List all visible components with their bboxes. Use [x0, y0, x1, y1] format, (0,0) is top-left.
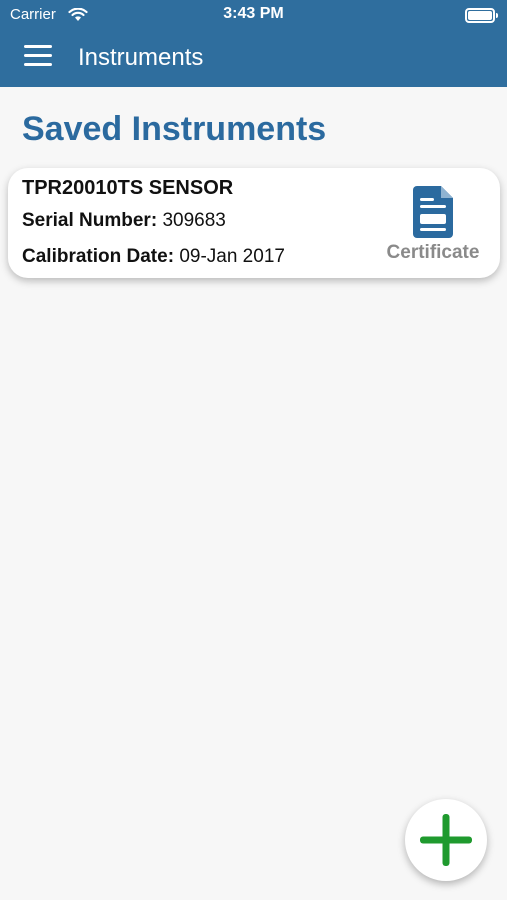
- certificate-button[interactable]: Certificate: [368, 184, 498, 268]
- instrument-card[interactable]: TPR20010TS SENSOR Serial Number: 309683 …: [8, 168, 500, 278]
- battery-icon: [465, 8, 498, 23]
- status-bar: Carrier 3:43 PM: [0, 0, 507, 30]
- calibration-date-value: 09-Jan 2017: [179, 246, 285, 267]
- certificate-label: Certificate: [386, 242, 480, 263]
- nav-title: Instruments: [78, 44, 204, 71]
- calibration-date-label: Calibration Date:: [22, 246, 175, 267]
- add-instrument-button[interactable]: [405, 799, 487, 881]
- calibration-date-row: Calibration Date: 09-Jan 2017: [22, 246, 285, 268]
- serial-number-value: 309683: [162, 210, 226, 231]
- hamburger-menu-icon[interactable]: [24, 45, 54, 67]
- navigation-bar: Carrier 3:43 PM Instruments: [0, 0, 507, 87]
- page-title: Saved Instruments: [22, 110, 327, 148]
- app-screen: Carrier 3:43 PM Instruments Saved Instru…: [0, 0, 507, 900]
- serial-number-row: Serial Number: 309683: [22, 210, 226, 232]
- instrument-name: TPR20010TS SENSOR: [22, 177, 234, 199]
- clock: 3:43 PM: [223, 5, 284, 22]
- serial-number-label: Serial Number:: [22, 210, 158, 231]
- plus-icon: [420, 814, 472, 866]
- document-icon: [413, 186, 453, 238]
